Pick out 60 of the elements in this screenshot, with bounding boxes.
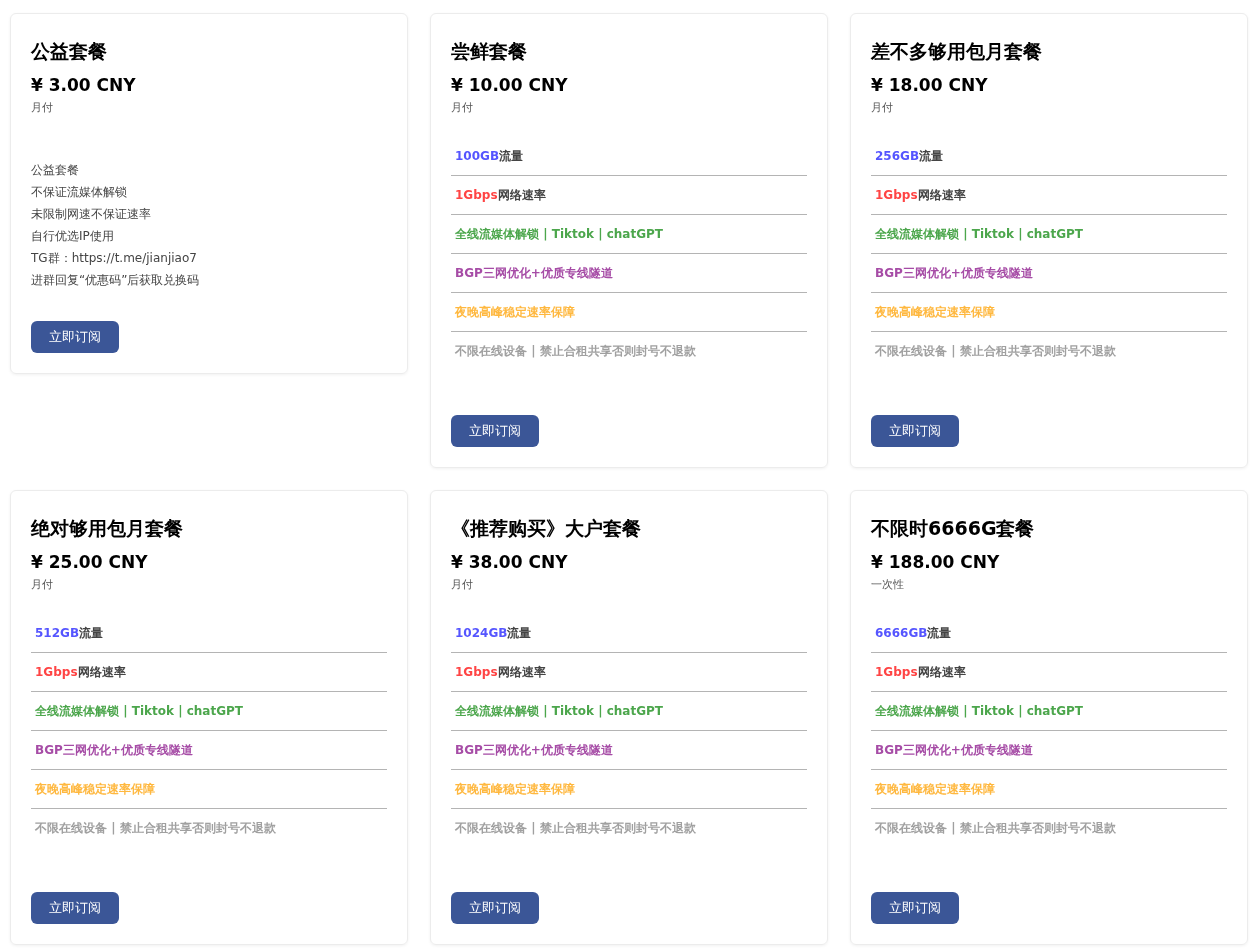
description-line: 不保证流媒体解锁	[31, 184, 128, 201]
plan-price: ¥ 3.00 CNY	[31, 74, 137, 97]
plan-title: 差不多够用包月套餐	[871, 39, 1043, 64]
feature-item: 不限在线设备 | 禁止合租共享否则封号不退款	[454, 820, 697, 837]
feature-item: 全线流媒体解锁 | Tiktok | chatGPT	[451, 215, 807, 254]
feature-item: 1Gbps网络速率	[871, 653, 1227, 692]
description-line: 进群回复“优惠码”后获取兑换码	[31, 272, 201, 289]
feature-item: 1Gbps网络速率	[451, 176, 807, 215]
feature-item: 夜晚高峰稳定速率保障	[451, 770, 807, 809]
feature-item: 全线流媒体解锁 | Tiktok | chatGPT	[871, 215, 1227, 254]
feature-item: 全线流媒体解锁 | Tiktok | chatGPT	[451, 692, 807, 731]
description-line: 公益套餐	[31, 162, 80, 179]
subscribe-button[interactable]: 立即订阅	[451, 892, 539, 924]
description-line: TG群：https://t.me/jianjiao7	[31, 250, 198, 267]
feature-item: BGP三网优化+优质专线隧道	[451, 254, 807, 293]
subscribe-button[interactable]: 立即订阅	[451, 415, 539, 447]
billing-period: 月付	[31, 577, 54, 593]
plan-title: 不限时6666G套餐	[871, 516, 1036, 541]
plan-price: ¥ 38.00 CNY	[451, 551, 569, 574]
feature-item: 1Gbps网络速率	[871, 176, 1227, 215]
feature-item: 夜晚高峰稳定速率保障	[451, 293, 807, 332]
subscribe-button[interactable]: 立即订阅	[31, 321, 119, 353]
plan-title: 《推荐购买》大户套餐	[451, 516, 642, 541]
plan-title: 尝鲜套餐	[451, 39, 528, 64]
billing-period: 月付	[451, 577, 474, 593]
feature-item: 全线流媒体解锁 | Tiktok | chatGPT	[871, 692, 1227, 731]
feature-item: 6666GB流量	[871, 614, 1227, 653]
feature-item: 不限在线设备 | 禁止合租共享否则封号不退款	[874, 343, 1117, 360]
feature-item: 不限在线设备 | 禁止合租共享否则封号不退款	[874, 820, 1117, 837]
billing-period: 月付	[31, 100, 54, 116]
feature-item: 1Gbps网络速率	[451, 653, 807, 692]
plan-price: ¥ 10.00 CNY	[451, 74, 569, 97]
feature-item: 夜晚高峰稳定速率保障	[31, 770, 387, 809]
plan-price: ¥ 25.00 CNY	[31, 551, 149, 574]
feature-item: BGP三网优化+优质专线隧道	[871, 254, 1227, 293]
billing-period: 月付	[451, 100, 474, 116]
feature-item: BGP三网优化+优质专线隧道	[871, 731, 1227, 770]
feature-item: 不限在线设备 | 禁止合租共享否则封号不退款	[34, 820, 277, 837]
feature-item: 不限在线设备 | 禁止合租共享否则封号不退款	[454, 343, 697, 360]
description-line: 自行优选IP使用	[31, 228, 115, 245]
plan-price: ¥ 188.00 CNY	[871, 551, 1001, 574]
feature-item: 1024GB流量	[451, 614, 807, 653]
billing-period: 月付	[871, 100, 894, 116]
subscribe-button[interactable]: 立即订阅	[871, 892, 959, 924]
feature-item: BGP三网优化+优质专线隧道	[31, 731, 387, 770]
plan-price: ¥ 18.00 CNY	[871, 74, 989, 97]
subscribe-button[interactable]: 立即订阅	[31, 892, 119, 924]
feature-item: 256GB流量	[871, 137, 1227, 176]
description-line: 未限制网速不保证速率	[31, 206, 152, 223]
feature-item: 1Gbps网络速率	[31, 653, 387, 692]
feature-item: 全线流媒体解锁 | Tiktok | chatGPT	[31, 692, 387, 731]
plan-title: 公益套餐	[31, 39, 108, 64]
billing-period: 一次性	[871, 577, 905, 593]
feature-item: 512GB流量	[31, 614, 387, 653]
feature-item: 夜晚高峰稳定速率保障	[871, 293, 1227, 332]
subscribe-button[interactable]: 立即订阅	[871, 415, 959, 447]
feature-item: 100GB流量	[451, 137, 807, 176]
feature-item: 夜晚高峰稳定速率保障	[871, 770, 1227, 809]
feature-item: BGP三网优化+优质专线隧道	[451, 731, 807, 770]
plan-title: 绝对够用包月套餐	[31, 516, 184, 541]
